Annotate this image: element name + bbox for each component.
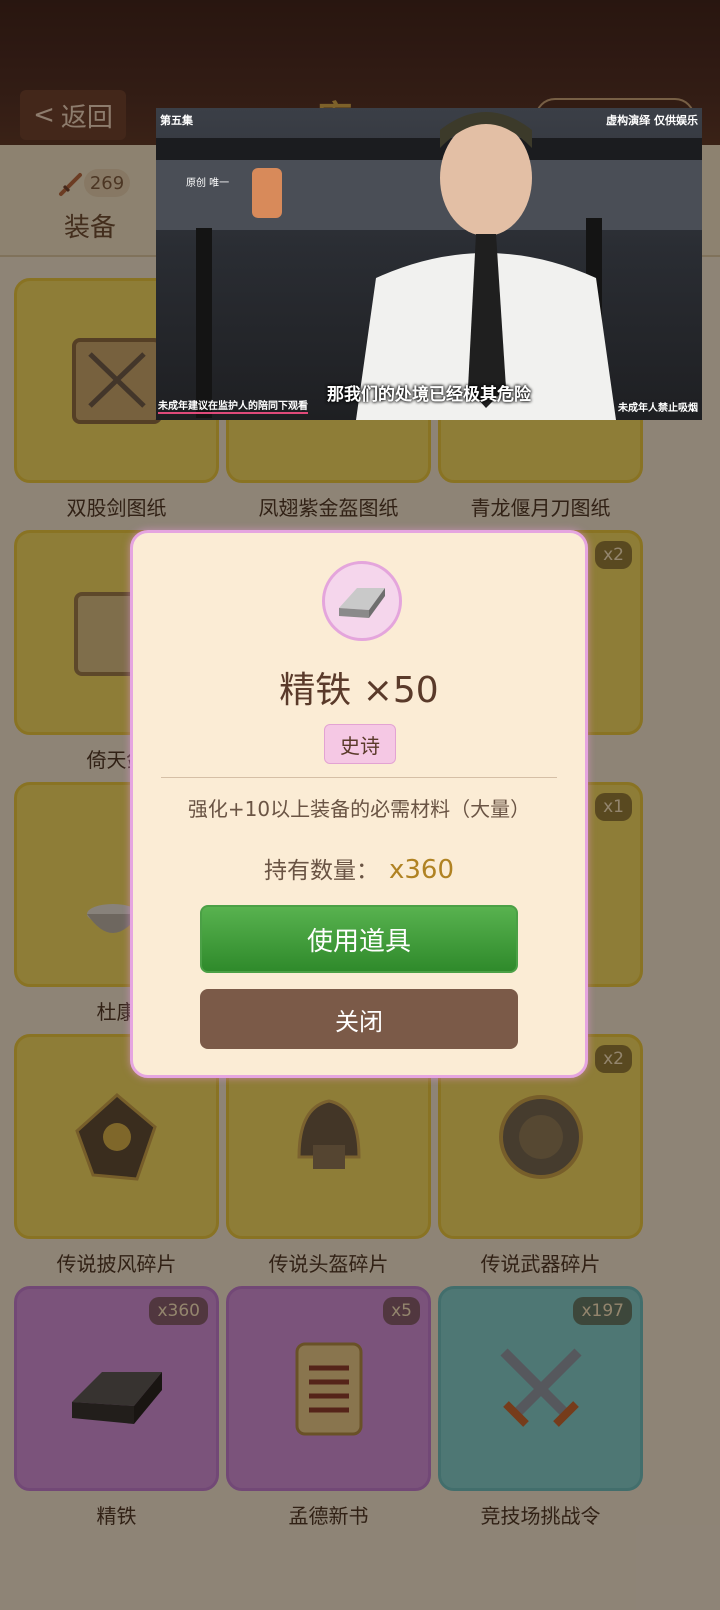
item-name: 精铁 ×50 bbox=[279, 670, 439, 711]
video-scene bbox=[156, 112, 702, 420]
rarity-badge: 史诗 bbox=[324, 724, 396, 764]
age-advisory: 未成年建议在监护人的陪同下观看 bbox=[158, 397, 308, 414]
iron-ingot-icon bbox=[339, 588, 385, 618]
disclaimer-label: 虚构演绎 仅供娱乐 bbox=[606, 114, 698, 127]
owned-label: 持有数量： bbox=[263, 858, 379, 884]
owned-value: x360 bbox=[388, 855, 454, 885]
item-description: 强化+10以上装备的必需材料（大量） bbox=[187, 797, 531, 821]
video-player[interactable]: 第五集 虚构演绎 仅供娱乐 原创 唯一 那我们的处境已经极其危险 未成年建议在监… bbox=[156, 108, 702, 420]
close-button[interactable]: 关闭 bbox=[200, 989, 518, 1049]
item-icon-frame bbox=[322, 561, 402, 641]
video-watermark: 原创 唯一 bbox=[186, 178, 230, 189]
episode-label: 第五集 bbox=[160, 114, 193, 127]
use-item-button[interactable]: 使用道具 bbox=[200, 905, 518, 973]
smoking-warning: 未成年人禁止吸烟 bbox=[618, 403, 698, 414]
item-detail-modal: 精铁 ×50 史诗 强化+10以上装备的必需材料（大量） 持有数量： x360 使… bbox=[130, 530, 588, 1078]
divider bbox=[161, 777, 557, 778]
owned-quantity: 持有数量： x360 bbox=[133, 851, 585, 885]
